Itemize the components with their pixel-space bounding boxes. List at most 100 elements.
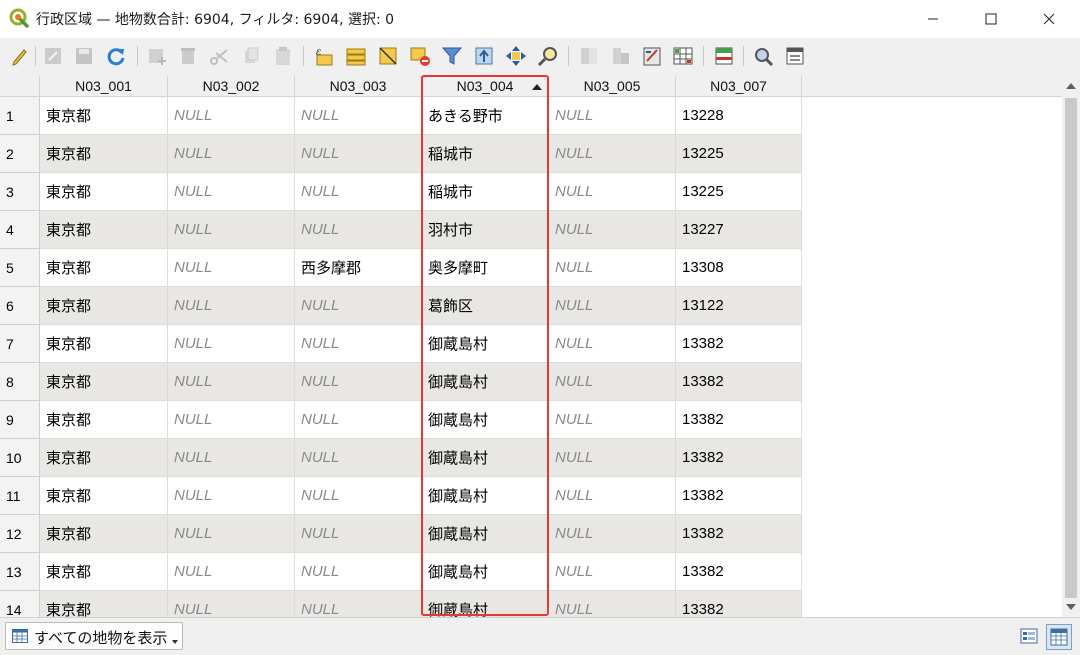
table-cell[interactable]: 東京都 <box>40 135 168 173</box>
maximize-button[interactable] <box>962 0 1020 38</box>
copy-icon[interactable] <box>240 45 262 67</box>
table-cell[interactable]: NULL <box>295 477 422 515</box>
table-corner[interactable] <box>0 76 40 97</box>
table-cell[interactable]: NULL <box>295 173 422 211</box>
save-edits-icon[interactable] <box>42 45 64 67</box>
table-row[interactable]: 6 東京都 NULL NULL 葛飾区 NULL 13122 <box>0 287 802 325</box>
table-cell[interactable]: NULL <box>549 97 676 135</box>
table-cell[interactable]: NULL <box>549 591 676 617</box>
table-cell[interactable]: NULL <box>295 363 422 401</box>
table-cell[interactable]: 羽村市 <box>422 211 549 249</box>
table-cell[interactable]: 東京都 <box>40 515 168 553</box>
table-row[interactable]: 5 東京都 NULL 西多摩郡 奥多摩町 NULL 13308 <box>0 249 802 287</box>
table-cell[interactable]: NULL <box>295 515 422 553</box>
table-view-button[interactable] <box>1046 624 1072 650</box>
table-cell[interactable]: NULL <box>549 325 676 363</box>
table-cell[interactable]: 東京都 <box>40 211 168 249</box>
table-row[interactable]: 13 東京都 NULL NULL 御蔵島村 NULL 13382 <box>0 553 802 591</box>
deselect-all-icon[interactable] <box>409 45 431 67</box>
table-cell[interactable]: 稲城市 <box>422 135 549 173</box>
table-cell[interactable]: 13122 <box>676 287 802 325</box>
table-cell[interactable]: NULL <box>168 591 295 617</box>
move-selection-top-icon[interactable] <box>473 45 495 67</box>
column-header-n03-004[interactable]: N03_004 <box>422 76 549 97</box>
table-cell[interactable]: NULL <box>549 477 676 515</box>
row-number[interactable]: 5 <box>0 249 40 287</box>
table-cell[interactable]: NULL <box>168 287 295 325</box>
table-cell[interactable]: NULL <box>168 135 295 173</box>
select-expression-icon[interactable]: ε <box>313 45 335 67</box>
delete-feature-icon[interactable] <box>177 45 199 67</box>
table-cell[interactable]: 御蔵島村 <box>422 401 549 439</box>
table-cell[interactable]: NULL <box>168 325 295 363</box>
table-cell[interactable]: NULL <box>295 553 422 591</box>
pan-to-selection-icon[interactable] <box>505 45 527 67</box>
table-row[interactable]: 8 東京都 NULL NULL 御蔵島村 NULL 13382 <box>0 363 802 401</box>
table-cell[interactable]: 13227 <box>676 211 802 249</box>
select-all-icon[interactable] <box>345 45 367 67</box>
table-cell[interactable]: NULL <box>168 553 295 591</box>
table-row[interactable]: 11 東京都 NULL NULL 御蔵島村 NULL 13382 <box>0 477 802 515</box>
table-cell[interactable]: 13382 <box>676 439 802 477</box>
table-cell[interactable]: 13382 <box>676 477 802 515</box>
table-cell[interactable]: 13225 <box>676 173 802 211</box>
new-field-icon[interactable] <box>578 45 600 67</box>
column-header-n03-007[interactable]: N03_007 <box>676 76 802 97</box>
close-button[interactable] <box>1020 0 1078 38</box>
table-cell[interactable]: NULL <box>549 211 676 249</box>
table-cell[interactable]: 御蔵島村 <box>422 515 549 553</box>
table-cell[interactable]: 東京都 <box>40 591 168 617</box>
scroll-down-icon[interactable] <box>1066 604 1076 610</box>
table-cell[interactable]: 御蔵島村 <box>422 325 549 363</box>
table-cell[interactable]: 東京都 <box>40 249 168 287</box>
row-number[interactable]: 13 <box>0 553 40 591</box>
table-cell[interactable]: 13308 <box>676 249 802 287</box>
table-cell[interactable]: NULL <box>295 325 422 363</box>
dock-icon[interactable] <box>713 45 735 67</box>
table-cell[interactable]: NULL <box>168 211 295 249</box>
row-number[interactable]: 6 <box>0 287 40 325</box>
table-cell[interactable]: 御蔵島村 <box>422 553 549 591</box>
table-cell[interactable]: NULL <box>549 439 676 477</box>
column-header-n03-001[interactable]: N03_001 <box>40 76 168 97</box>
row-number[interactable]: 12 <box>0 515 40 553</box>
show-features-filter-button[interactable]: すべての地物を表示 <box>5 622 183 650</box>
table-cell[interactable]: 東京都 <box>40 401 168 439</box>
table-cell[interactable]: NULL <box>168 439 295 477</box>
reload-icon[interactable] <box>105 45 127 67</box>
table-cell[interactable]: NULL <box>549 135 676 173</box>
field-calculator-icon[interactable] <box>641 45 663 67</box>
table-cell[interactable]: 13382 <box>676 401 802 439</box>
table-cell[interactable]: あきる野市 <box>422 97 549 135</box>
table-row[interactable]: 12 東京都 NULL NULL 御蔵島村 NULL 13382 <box>0 515 802 553</box>
row-number[interactable]: 14 <box>0 591 40 617</box>
row-number[interactable]: 7 <box>0 325 40 363</box>
table-row[interactable]: 7 東京都 NULL NULL 御蔵島村 NULL 13382 <box>0 325 802 363</box>
table-row[interactable]: 3 東京都 NULL NULL 稲城市 NULL 13225 <box>0 173 802 211</box>
table-cell[interactable]: NULL <box>295 287 422 325</box>
table-row[interactable]: 2 東京都 NULL NULL 稲城市 NULL 13225 <box>0 135 802 173</box>
scroll-up-icon[interactable] <box>1066 83 1076 89</box>
table-cell[interactable]: NULL <box>168 515 295 553</box>
table-cell[interactable]: NULL <box>168 173 295 211</box>
table-cell[interactable]: NULL <box>549 515 676 553</box>
cut-icon[interactable] <box>208 45 230 67</box>
table-cell[interactable]: NULL <box>168 401 295 439</box>
save-icon[interactable] <box>73 45 95 67</box>
table-cell[interactable]: 稲城市 <box>422 173 549 211</box>
row-number[interactable]: 3 <box>0 173 40 211</box>
table-cell[interactable]: 東京都 <box>40 553 168 591</box>
table-row[interactable]: 1 東京都 NULL NULL あきる野市 NULL 13228 <box>0 97 802 135</box>
table-cell[interactable]: NULL <box>168 477 295 515</box>
minimize-button[interactable] <box>904 0 962 38</box>
table-row[interactable]: 4 東京都 NULL NULL 羽村市 NULL 13227 <box>0 211 802 249</box>
table-cell[interactable]: 東京都 <box>40 287 168 325</box>
table-cell[interactable]: NULL <box>168 249 295 287</box>
table-cell[interactable]: NULL <box>295 211 422 249</box>
table-cell[interactable]: 御蔵島村 <box>422 477 549 515</box>
zoom-to-selection-icon[interactable] <box>537 45 559 67</box>
delete-field-icon[interactable] <box>610 45 632 67</box>
table-row[interactable]: 14 東京都 NULL NULL 御蔵島村 NULL 13382 <box>0 591 802 617</box>
table-cell[interactable]: NULL <box>168 363 295 401</box>
column-header-n03-002[interactable]: N03_002 <box>168 76 295 97</box>
